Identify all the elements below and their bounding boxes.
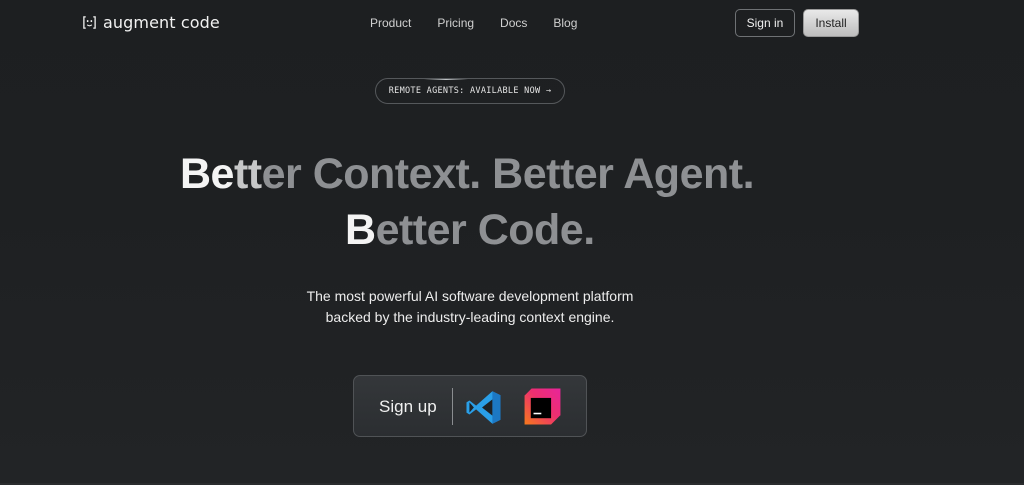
jetbrains-icon[interactable] — [523, 387, 562, 426]
badge-glow — [424, 79, 468, 80]
sign-in-button[interactable]: Sign in — [735, 9, 795, 37]
landing-page: augment code Product Pricing Docs Blog S… — [0, 0, 1024, 485]
subtitle-line-1: The most powerful AI software developmen… — [306, 288, 634, 304]
nav-links: Product Pricing Docs Blog — [370, 16, 577, 30]
subtitle-line-2: backed by the industry-leading context e… — [325, 309, 615, 325]
headline-line-2: Better Code. — [180, 202, 940, 258]
hero-subtitle: The most powerful AI software developmen… — [220, 286, 720, 328]
nav-link-pricing[interactable]: Pricing — [437, 16, 474, 30]
vscode-icon[interactable] — [465, 389, 502, 426]
install-button[interactable]: Install — [803, 9, 859, 37]
remote-agents-badge[interactable]: REMOTE AGENTS: AVAILABLE NOW → — [375, 78, 565, 104]
signup-card[interactable]: Sign up — [353, 375, 587, 437]
headline-line-1-fade: tt — [233, 150, 262, 198]
hero-headline: Better Context. Better Agent. Better Cod… — [0, 146, 940, 258]
nav-link-docs[interactable]: Docs — [500, 16, 527, 30]
brand-logo[interactable]: augment code — [82, 13, 220, 32]
headline-line-1-highlight: Be — [180, 150, 234, 198]
headline-line-2-highlight: B — [345, 206, 376, 254]
top-nav: augment code Product Pricing Docs Blog S… — [0, 0, 1024, 46]
headline-line-1: Better Context. Better Agent. — [180, 146, 940, 202]
headline-line-1-rest: er Context. Better Agent. — [261, 150, 755, 198]
headline-line-2-rest: etter Code. — [375, 206, 596, 254]
brand-name: augment code — [103, 13, 220, 32]
signup-divider — [452, 388, 453, 425]
sign-up-label[interactable]: Sign up — [379, 397, 437, 417]
nav-link-blog[interactable]: Blog — [553, 16, 577, 30]
nav-link-product[interactable]: Product — [370, 16, 411, 30]
bracket-face-icon — [83, 16, 96, 29]
badge-label: REMOTE AGENTS: AVAILABLE NOW → — [388, 86, 552, 96]
